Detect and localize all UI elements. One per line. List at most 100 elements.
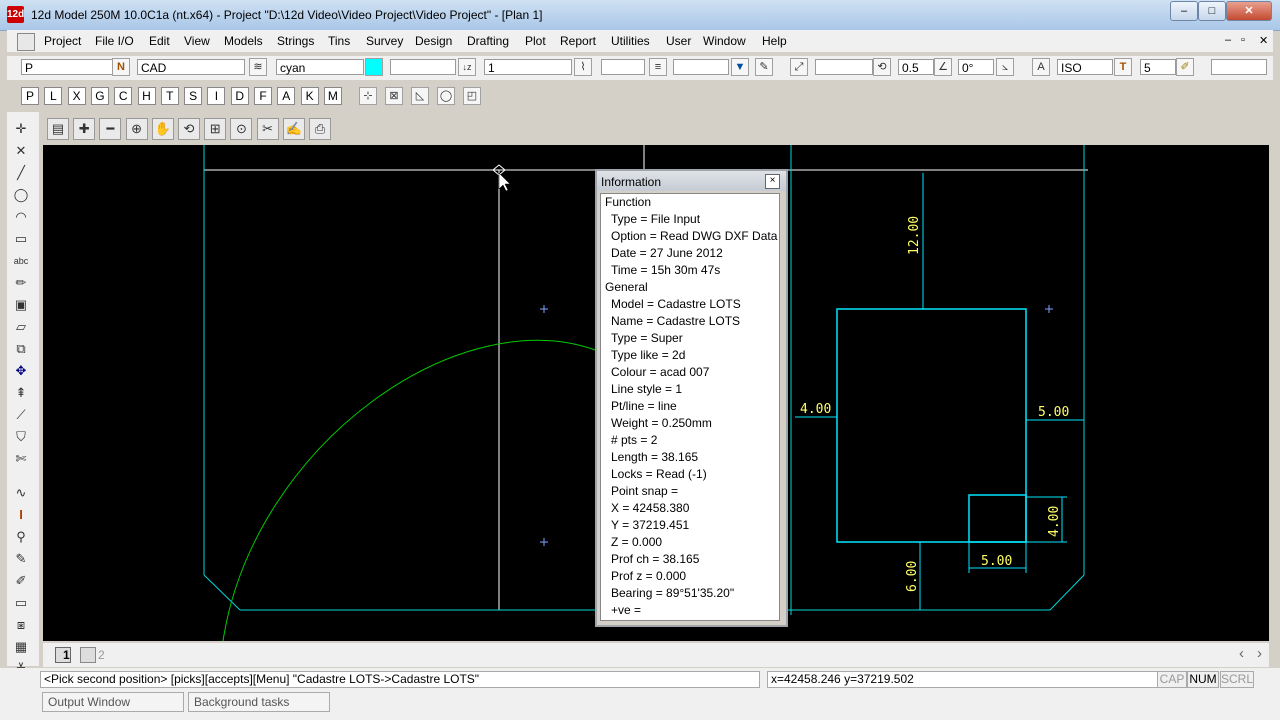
info-title-bar[interactable]: Information × [597,171,786,191]
snap-tangent-icon[interactable]: ◰ [463,87,481,105]
menu-edit[interactable]: Edit [149,34,170,48]
text-height-icon[interactable]: T [1114,58,1132,76]
background-tasks-tab[interactable]: Background tasks [188,692,330,712]
menu-report[interactable]: Report [560,34,596,48]
zoom-window-icon[interactable]: ⊕ [125,118,148,140]
snap-point-icon[interactable]: ⊹ [359,87,377,105]
snap-button-f[interactable]: F [254,87,272,105]
zoom-extent-icon[interactable]: ⊞ [204,118,227,140]
text-style-field[interactable]: ISO [1057,59,1113,75]
snap-button-s[interactable]: S [184,87,203,105]
edit-tool-icon[interactable]: ✎ [11,550,31,568]
arc-tool-icon[interactable]: ◠ [11,208,31,226]
scroll-left-button[interactable]: ‹ [1239,645,1244,662]
extend-tool-icon[interactable]: ⟋ [11,406,31,424]
chainage-start-field[interactable] [390,59,456,75]
trim-tool-icon[interactable]: ✄ [11,450,31,468]
zoom-previous-icon[interactable]: ⟲ [178,118,200,140]
line-tool-icon[interactable]: ╱ [11,164,31,182]
colour-field[interactable]: cyan [276,59,364,75]
snap-intersect-icon[interactable]: ⊠ [385,87,403,105]
snap-button-g[interactable]: G [90,87,109,105]
snap-button-a[interactable]: A [277,87,296,105]
minimize-button[interactable]: – [1170,1,1198,21]
snap-button-p[interactable]: P [21,87,39,105]
ruler-icon[interactable]: ✐ [1176,58,1194,76]
text-size-icon[interactable]: ⤢ [790,58,808,76]
mdi-close-button[interactable]: ✕ [1259,34,1268,47]
snap-button-m[interactable]: M [323,87,342,105]
rectangle-tool-icon[interactable]: ▭ [11,230,31,248]
menu-project[interactable]: Project [44,34,81,48]
slant-icon[interactable]: ⦣ [996,58,1014,76]
text-tool-icon[interactable]: abc [11,252,31,270]
window-tool-icon[interactable]: ▭ [11,594,31,612]
menu-drafting[interactable]: Drafting [467,34,509,48]
menu-file-io[interactable]: File I/O [95,34,134,48]
menu-help[interactable]: Help [762,34,787,48]
weight-field[interactable] [673,59,729,75]
text-height-field[interactable]: 5 [1140,59,1176,75]
snap-button-d[interactable]: D [230,87,249,105]
chainage-icon[interactable]: ↓z [458,58,476,76]
measure-tool-icon[interactable]: ⚲ [11,528,31,546]
dropdown-arrow-icon[interactable]: ▼ [731,58,749,76]
snap-button-x[interactable]: X [67,87,86,105]
pencil-tool-icon[interactable]: ✏ [11,274,31,292]
view-2-icon[interactable] [80,647,96,663]
menu-utilities[interactable]: Utilities [611,34,650,48]
point-tool-icon[interactable]: ✛ [11,120,31,138]
info-close-button[interactable]: × [765,174,780,189]
view-tab-2[interactable]: 2 [98,648,105,662]
hatch-tool-icon[interactable]: ▦ [11,638,31,656]
colour-swatch-icon[interactable] [365,58,383,76]
info-tool-icon[interactable]: I [11,506,31,524]
name-field[interactable]: P [21,59,117,75]
menu-plot[interactable]: Plot [525,34,546,48]
circle-tool-icon[interactable]: ◯ [11,186,31,204]
linestyle-field[interactable] [601,59,645,75]
fillet-tool-icon[interactable]: ⛉ [11,428,31,446]
chainage-field[interactable]: 1 [484,59,572,75]
close-button[interactable]: ✕ [1226,1,1272,21]
angle-field[interactable]: 0° [958,59,994,75]
pick-icon[interactable]: ✍ [282,118,305,140]
menu-models[interactable]: Models [224,34,263,48]
mdi-restore-button[interactable]: ▫ [1241,34,1245,46]
menu-tins[interactable]: Tins [328,34,350,48]
zoom-in-icon[interactable]: ✚ [73,118,96,140]
curve-tool-icon[interactable]: ∿ [11,484,31,502]
menu-strings[interactable]: Strings [277,34,314,48]
name-flag-button[interactable]: N [112,58,130,76]
plot-icon[interactable]: ⎙ [309,118,331,140]
text-size-field[interactable]: 0.5 [898,59,934,75]
output-window-tab[interactable]: Output Window [42,692,184,712]
save-icon[interactable]: ▤ [47,118,69,140]
mdi-minimize-button[interactable]: – [1225,34,1231,46]
information-window[interactable]: Information × Function Type = File Input O… [595,169,788,627]
model-list-icon[interactable]: ≋ [249,58,267,76]
offset-tool-icon[interactable]: ⇞ [11,384,31,402]
menu-design[interactable]: Design [415,34,452,48]
select-tool-icon[interactable]: ▣ [11,296,31,314]
snap-button-h[interactable]: H [137,87,156,105]
pan-icon[interactable]: ✋ [151,118,174,140]
weight-icon[interactable]: ≡ [649,58,667,76]
menu-user[interactable]: User [666,34,691,48]
menu-window[interactable]: Window [703,34,746,48]
linestyle-icon[interactable]: ⌇ [574,58,592,76]
symbol-tool-icon[interactable]: ⧆ [11,616,31,634]
pen-icon[interactable]: ✎ [755,58,773,76]
angle-icon[interactable]: ∠ [934,58,952,76]
snap-button-i[interactable]: I [207,87,226,105]
cross-tool-icon[interactable]: ✕ [11,142,31,160]
maximize-button[interactable]: □ [1198,1,1226,21]
snap-button-t[interactable]: T [160,87,179,105]
copy-tool-icon[interactable]: ⧉ [11,340,31,358]
snap-button-c[interactable]: C [114,87,133,105]
zoom-out-icon[interactable]: ━ [99,118,122,140]
text-style-icon[interactable]: A [1032,58,1050,76]
snap-button-l[interactable]: L [44,87,63,105]
measure-icon[interactable]: ✂ [256,118,279,140]
menu-survey[interactable]: Survey [366,34,403,48]
